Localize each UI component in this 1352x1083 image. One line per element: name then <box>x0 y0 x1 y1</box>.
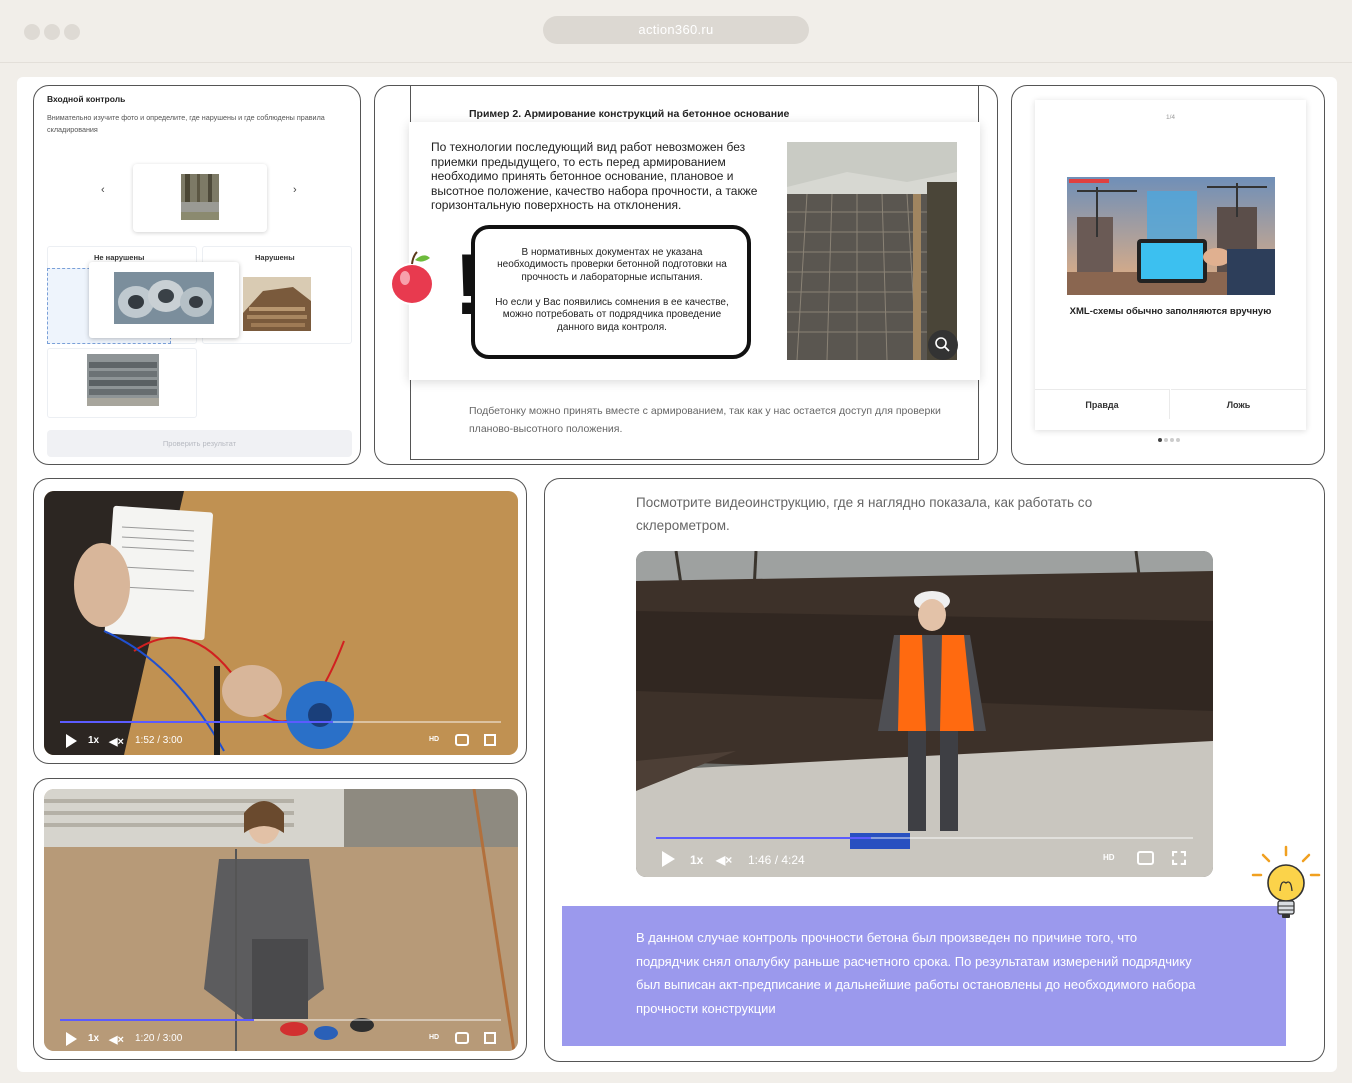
pip-icon[interactable] <box>455 1032 469 1044</box>
hd-quality-icon[interactable]: HD <box>429 1034 439 1041</box>
quiz-instruction: Внимательно изучите фото и определите, г… <box>47 113 325 134</box>
warning-callout: В нормативных документах не указана необ… <box>471 225 751 359</box>
prev-arrow-icon[interactable]: ‹ <box>101 184 105 196</box>
rebar-photo[interactable] <box>787 142 957 360</box>
question-counter: 1/4 <box>1165 114 1176 121</box>
false-button[interactable]: Ложь <box>1171 389 1306 419</box>
construction-tablet-illustration <box>1067 177 1275 295</box>
play-icon[interactable] <box>66 1032 77 1046</box>
highlight-box: В данном случае контроль прочности бетон… <box>562 906 1286 1046</box>
window-minimize-dot[interactable] <box>44 24 60 40</box>
pip-icon[interactable] <box>1137 851 1154 865</box>
speed-control[interactable]: 1x <box>88 1033 99 1044</box>
video-frame-1 <box>44 491 518 755</box>
callout-note-1: В нормативных документах не указана необ… <box>497 247 727 283</box>
hd-quality-icon[interactable]: HD <box>1103 853 1115 862</box>
slide-paragraph: По технологии последующий вид работ нево… <box>431 140 758 213</box>
true-button[interactable]: Правда <box>1035 389 1170 419</box>
check-result-button[interactable]: Проверить результат <box>47 430 352 457</box>
window-maximize-dot[interactable] <box>64 24 80 40</box>
zoom-icon[interactable] <box>928 330 958 360</box>
browser-chrome: action360.ru <box>0 0 1352 62</box>
fullscreen-icon[interactable] <box>484 1032 496 1044</box>
pagination-dot-4[interactable] <box>1176 438 1180 442</box>
volume-muted-icon[interactable]: ◀× <box>109 735 124 748</box>
video-progress-fill-3 <box>656 837 871 839</box>
true-false-card: 1/4 XML-схемы обычно заполняются вручную… <box>1011 85 1325 465</box>
zone-label-ok: Не нарушены <box>94 253 145 262</box>
play-icon[interactable] <box>662 851 675 867</box>
play-icon[interactable] <box>66 734 77 748</box>
instruction-card: Посмотрите видеоинструкцию, где я нагляд… <box>544 478 1325 1062</box>
question-panel: 1/4 XML-схемы обычно заполняются вручную… <box>1035 100 1306 430</box>
volume-muted-icon[interactable]: ◀× <box>716 853 732 867</box>
lumber-pile-photo[interactable] <box>243 277 311 331</box>
next-arrow-icon[interactable]: › <box>293 184 297 196</box>
carousel-photo[interactable] <box>181 174 219 220</box>
concrete-piles-photo[interactable] <box>87 354 159 406</box>
zone-label-bad: Нарушены <box>255 253 295 262</box>
video-progress-fill-1 <box>60 721 334 723</box>
pagination-dot-2[interactable] <box>1164 438 1168 442</box>
video-progress-3[interactable] <box>656 837 1193 839</box>
video-player-3[interactable]: 1x ◀× 1:46 / 4:24 HD <box>636 551 1213 877</box>
instruction-intro: Посмотрите видеоинструкцию, где я нагляд… <box>636 495 1093 533</box>
quiz-title: Входной контроль <box>47 94 126 104</box>
question-statement: XML-схемы обычно заполняются вручную <box>1069 306 1272 317</box>
pip-icon[interactable] <box>455 734 469 746</box>
video-time: 1:52 / 3:00 <box>135 735 183 746</box>
video-progress-2[interactable] <box>60 1019 501 1021</box>
video-frame-3 <box>636 551 1213 877</box>
fullscreen-icon[interactable] <box>484 734 496 746</box>
window-close-dot[interactable] <box>24 24 40 40</box>
video-progress-fill-2 <box>60 1019 255 1021</box>
pagination-dot-1[interactable] <box>1158 438 1162 442</box>
wire-coils-photo <box>114 272 214 324</box>
chrome-divider <box>0 62 1352 63</box>
pagination-dot-3[interactable] <box>1170 438 1174 442</box>
hd-quality-icon[interactable]: HD <box>429 736 439 743</box>
video-player-1[interactable]: 1x ◀× 1:52 / 3:00 HD <box>44 491 518 755</box>
photo-carousel[interactable] <box>133 164 267 232</box>
video-progress-1[interactable] <box>60 721 501 723</box>
video-card-2: 1x ◀× 1:20 / 3:00 HD <box>33 778 527 1060</box>
lightbulb-icon <box>1251 845 1321 918</box>
speed-control[interactable]: 1x <box>88 735 99 746</box>
apple-icon <box>389 251 435 305</box>
url-bar[interactable]: action360.ru <box>543 16 809 44</box>
video-frame-2 <box>44 789 518 1051</box>
video-time: 1:46 / 4:24 <box>748 853 805 867</box>
slide-title: Пример 2. Армирование конструкций на бет… <box>469 108 790 120</box>
example-slide-card: Пример 2. Армирование конструкций на бет… <box>374 85 998 465</box>
video-player-2[interactable]: 1x ◀× 1:20 / 3:00 HD <box>44 789 518 1051</box>
magnifier-glyph <box>935 337 950 352</box>
fullscreen-icon[interactable] <box>1172 851 1186 865</box>
sorting-quiz-card: Входной контроль Внимательно изучите фот… <box>33 85 361 465</box>
highlight-text: В данном случае контроль прочности бетон… <box>636 930 1196 1016</box>
speed-control[interactable]: 1x <box>690 853 703 867</box>
dragging-photo-card[interactable] <box>89 262 239 338</box>
video-time: 1:20 / 3:00 <box>135 1033 183 1044</box>
video-card-1: 1x ◀× 1:52 / 3:00 HD <box>33 478 527 764</box>
slide-footer-text: Подбетонку можно принять вместе с армиро… <box>469 405 941 435</box>
volume-muted-icon[interactable]: ◀× <box>109 1033 124 1046</box>
callout-note-2: Но если у Вас появились сомнения в ее ка… <box>495 297 729 333</box>
